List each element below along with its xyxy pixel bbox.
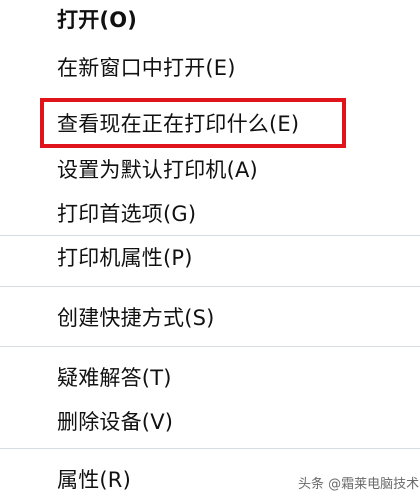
watermark: 头条 @霜莱电脑技术	[298, 477, 420, 492]
menu-item-properties[interactable]: 属性(R)	[57, 466, 131, 494]
menu-item-open[interactable]: 打开(O)	[57, 6, 137, 34]
menu-item-remove-device[interactable]: 删除设备(V)	[57, 408, 173, 436]
menu-item-troubleshoot[interactable]: 疑难解答(T)	[57, 364, 172, 392]
menu-item-printer-properties[interactable]: 打印机属性(P)	[57, 244, 193, 272]
menu-separator	[0, 448, 420, 449]
menu-separator	[0, 346, 420, 347]
menu-separator	[0, 286, 420, 287]
menu-item-printing-preferences[interactable]: 打印首选项(G)	[57, 200, 196, 228]
menu-item-create-shortcut[interactable]: 创建快捷方式(S)	[57, 304, 215, 332]
context-menu: 打开(O) 在新窗口中打开(E) 查看现在正在打印什么(E) 设置为默认打印机(…	[0, 0, 420, 500]
menu-item-open-new-window[interactable]: 在新窗口中打开(E)	[57, 54, 236, 82]
menu-separator	[0, 235, 420, 236]
menu-item-set-default-printer[interactable]: 设置为默认打印机(A)	[57, 156, 258, 184]
highlight-box	[40, 98, 346, 148]
